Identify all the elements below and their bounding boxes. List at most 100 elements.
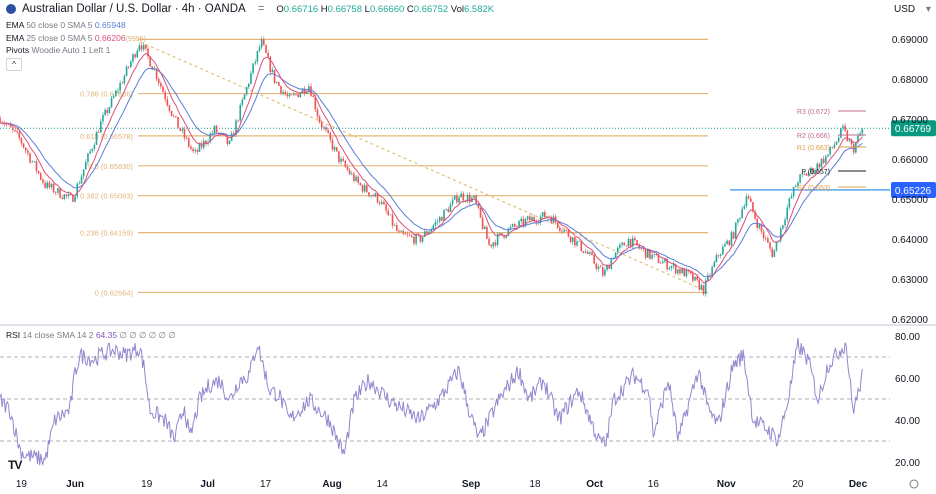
time-axis-label: 14 (377, 479, 389, 490)
time-axis-label: Jun (66, 479, 84, 490)
pivot-label: R2 (0.666) (797, 133, 830, 140)
candle (5, 124, 8, 125)
candle (344, 160, 347, 167)
candle (646, 249, 649, 258)
candle (117, 90, 119, 92)
candle (252, 63, 254, 74)
candle (453, 195, 456, 200)
candle (694, 276, 696, 281)
candle (498, 233, 501, 235)
candle (762, 231, 765, 239)
candle (597, 266, 600, 269)
time-axis-label: 19 (141, 479, 153, 490)
indicator-ema50[interactable]: EMA 50 close 0 SMA 5 0.65948 (6, 20, 126, 30)
candle (194, 149, 196, 151)
candle (78, 183, 81, 185)
candle (267, 52, 269, 57)
currency-select[interactable]: USD ▾ (894, 4, 931, 15)
candle (700, 285, 703, 290)
candle (670, 266, 673, 268)
candle (104, 109, 106, 115)
candle (59, 188, 61, 198)
candle (522, 218, 525, 226)
candle (490, 244, 493, 247)
candle (451, 199, 454, 205)
candle (29, 153, 31, 163)
candle (516, 226, 518, 227)
candle (119, 83, 121, 91)
candle (653, 254, 656, 255)
candle (479, 207, 482, 218)
candle (340, 158, 342, 163)
candle (256, 50, 259, 62)
candle (728, 240, 731, 246)
candle (74, 196, 76, 202)
tradingview-logo[interactable]: TV (8, 458, 22, 472)
candle (39, 173, 42, 180)
time-axis-label: Jul (200, 479, 215, 490)
candle (273, 69, 276, 83)
rsi-legend[interactable]: RSI 14 close SMA 14 2 64.35 ∅ ∅ ∅ ∅ ∅ ∅ (6, 330, 176, 341)
collapse-indicators-button[interactable]: ^ (6, 58, 22, 71)
candle (87, 153, 89, 163)
chart-canvas[interactable]: 0.786 (0.67636) 0.618 (0.66578) 0.5 (0.658… (0, 0, 936, 494)
candle (462, 193, 465, 201)
candle (520, 218, 523, 222)
rsi-axis-label: 80.00 (895, 332, 920, 343)
candle (46, 182, 48, 188)
symbol-title[interactable]: Australian Dollar / U.S. Dollar · 4h · O… (22, 3, 246, 15)
candle (644, 248, 647, 258)
candle (27, 150, 29, 154)
rsi-axis-label: 20.00 (895, 458, 920, 469)
candle (370, 195, 372, 196)
candle (458, 197, 460, 203)
candle (835, 141, 838, 145)
candle (385, 204, 387, 211)
candle (771, 248, 773, 257)
candle (260, 39, 263, 48)
candle (76, 183, 79, 197)
candle (769, 242, 771, 249)
candle (529, 216, 531, 221)
candle (258, 47, 261, 51)
candle (61, 197, 64, 199)
candle (20, 138, 23, 144)
candle (775, 241, 778, 251)
candle (157, 78, 160, 84)
time-axis-label: Dec (849, 479, 868, 490)
indicator-pivots[interactable]: Pivots Woodie Auto 1 Left 1 (6, 45, 110, 55)
candle (692, 273, 694, 281)
candle (745, 196, 748, 207)
candle (0, 117, 1, 123)
candle (782, 225, 784, 229)
candle (509, 226, 512, 229)
candle (589, 252, 591, 254)
indicator-ema25[interactable]: EMA 25 close 0 SMA 5 0.66206(9996) (6, 33, 146, 43)
candle (556, 222, 559, 228)
candle (415, 234, 417, 244)
candle (177, 116, 179, 128)
candle (239, 104, 242, 121)
candle (760, 224, 763, 232)
time-axis-label: 17 (260, 479, 272, 490)
price-axis-label: 0.62000 (892, 315, 929, 326)
candle (707, 275, 709, 281)
candle (127, 66, 130, 68)
candle (282, 91, 284, 94)
candle (393, 225, 396, 226)
candle (582, 251, 585, 253)
candle (108, 107, 111, 113)
candle (749, 198, 752, 203)
candle (248, 83, 250, 88)
candle (627, 238, 630, 247)
candle (563, 229, 565, 232)
candle (121, 83, 124, 84)
candle (97, 132, 100, 133)
candle (601, 267, 604, 276)
candle (50, 184, 53, 188)
candle (848, 140, 851, 142)
candle (368, 192, 370, 196)
candle (391, 214, 394, 226)
candle (130, 61, 132, 68)
candle (316, 109, 319, 117)
